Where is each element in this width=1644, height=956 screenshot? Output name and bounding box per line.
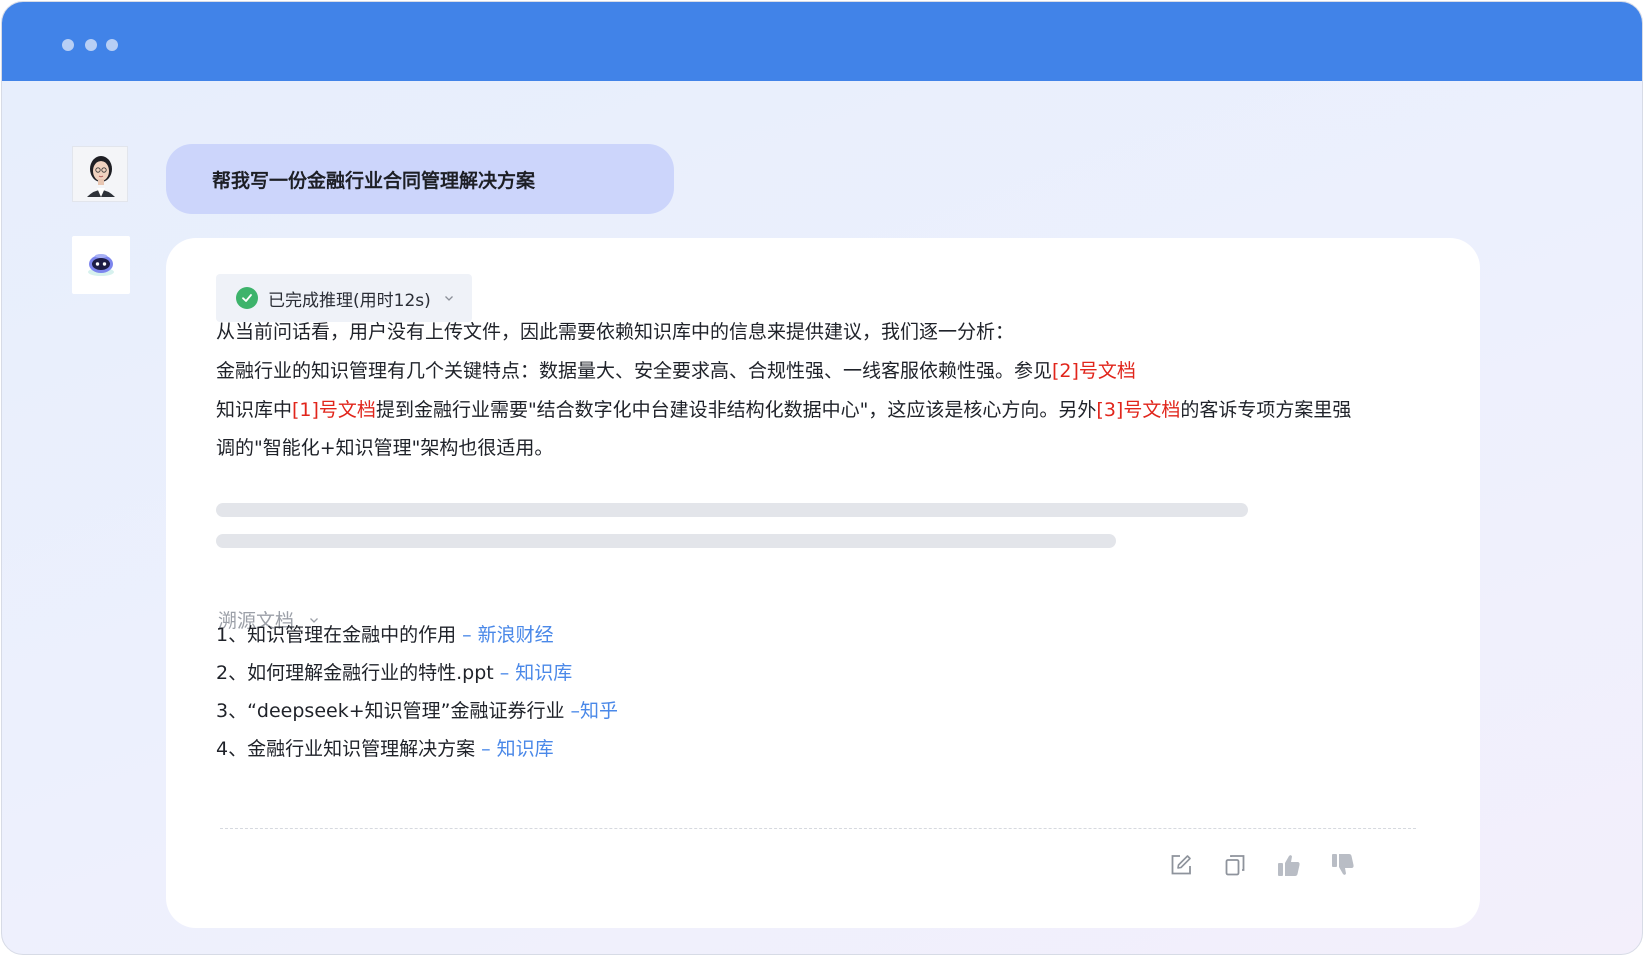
app-window: 帮我写一份金融行业合同管理解决方案 已完成推理(用时12s) 从当前问话看，用户… xyxy=(1,1,1643,955)
analysis-line-4: 调的"智能化+知识管理"架构也很适用。 xyxy=(216,428,1416,468)
source-title: 1、知识管理在金融中的作用 xyxy=(216,624,457,646)
reference-link-1[interactable]: [1]号文档 xyxy=(292,399,376,421)
user-message-bubble: 帮我写一份金融行业合同管理解决方案 xyxy=(166,144,674,214)
check-circle-icon xyxy=(236,287,258,309)
robot-icon xyxy=(88,254,114,276)
source-title: 4、金融行业知识管理解决方案 xyxy=(216,738,476,760)
analysis-text: 的客诉专项方案里强 xyxy=(1180,399,1352,421)
source-title: 3、“deepseek+知识管理”金融证券行业 xyxy=(216,700,565,722)
analysis-line-3: 知识库中[1]号文档提到金融行业需要"结合数字化中台建设非结构化数据中心"，这应… xyxy=(216,390,1416,430)
analysis-line-1: 从当前问话看，用户没有上传文件，因此需要依赖知识库中的信息来提供建议，我们逐一分… xyxy=(216,312,1416,352)
source-item-3[interactable]: 3、“deepseek+知识管理”金融证券行业 –知乎 xyxy=(216,696,618,723)
source-item-2[interactable]: 2、如何理解金融行业的特性.ppt – 知识库 xyxy=(216,658,572,685)
copy-icon[interactable] xyxy=(1220,850,1250,880)
source-origin[interactable]: – 知识库 xyxy=(475,738,554,760)
window-dot-3[interactable] xyxy=(106,39,118,51)
user-message-text: 帮我写一份金融行业合同管理解决方案 xyxy=(212,169,536,192)
reasoning-status-label: 已完成推理(用时12s) xyxy=(268,290,431,311)
analysis-line-2: 金融行业的知识管理有几个关键特点：数据量大、安全要求高、合规性强、一线客服依赖性… xyxy=(216,351,1416,391)
window-dot-1[interactable] xyxy=(62,39,74,51)
source-origin[interactable]: –知乎 xyxy=(564,700,619,722)
analysis-text: 金融行业的知识管理有几个关键特点：数据量大、安全要求高、合规性强、一线客服依赖性… xyxy=(216,360,1053,382)
thumbs-down-icon[interactable] xyxy=(1328,850,1358,880)
analysis-text: 从当前问话看，用户没有上传文件，因此需要依赖知识库中的信息来提供建议，我们逐一分… xyxy=(216,321,1015,343)
source-title: 2、如何理解金融行业的特性.ppt xyxy=(216,662,494,684)
source-item-1[interactable]: 1、知识管理在金融中的作用 – 新浪财经 xyxy=(216,620,554,647)
analysis-text: 调的"智能化+知识管理"架构也很适用。 xyxy=(216,437,554,459)
source-origin[interactable]: – 知识库 xyxy=(494,662,573,684)
window-dot-2[interactable] xyxy=(85,39,97,51)
reference-link-3[interactable]: [3]号文档 xyxy=(1096,399,1180,421)
reference-link-2[interactable]: [2]号文档 xyxy=(1052,360,1136,382)
loading-placeholder-bar xyxy=(216,503,1248,517)
source-origin[interactable]: – 新浪财经 xyxy=(456,624,554,646)
edit-icon[interactable] xyxy=(1166,850,1196,880)
assistant-avatar xyxy=(72,236,130,294)
assistant-answer-card: 已完成推理(用时12s) 从当前问话看，用户没有上传文件，因此需要依赖知识库中的… xyxy=(166,238,1480,928)
source-item-4[interactable]: 4、金融行业知识管理解决方案 – 知识库 xyxy=(216,734,554,761)
analysis-text: 提到金融行业需要"结合数字化中台建设非结构化数据中心"，这应该是核心方向。另外 xyxy=(375,399,1097,421)
divider xyxy=(220,828,1416,829)
user-avatar-icon xyxy=(73,147,127,201)
thumbs-up-icon[interactable] xyxy=(1274,850,1304,880)
loading-placeholder-bar xyxy=(216,534,1116,548)
user-avatar xyxy=(72,146,128,202)
chevron-down-icon[interactable] xyxy=(443,292,455,304)
analysis-text: 知识库中 xyxy=(216,399,293,421)
title-bar xyxy=(2,2,1642,81)
